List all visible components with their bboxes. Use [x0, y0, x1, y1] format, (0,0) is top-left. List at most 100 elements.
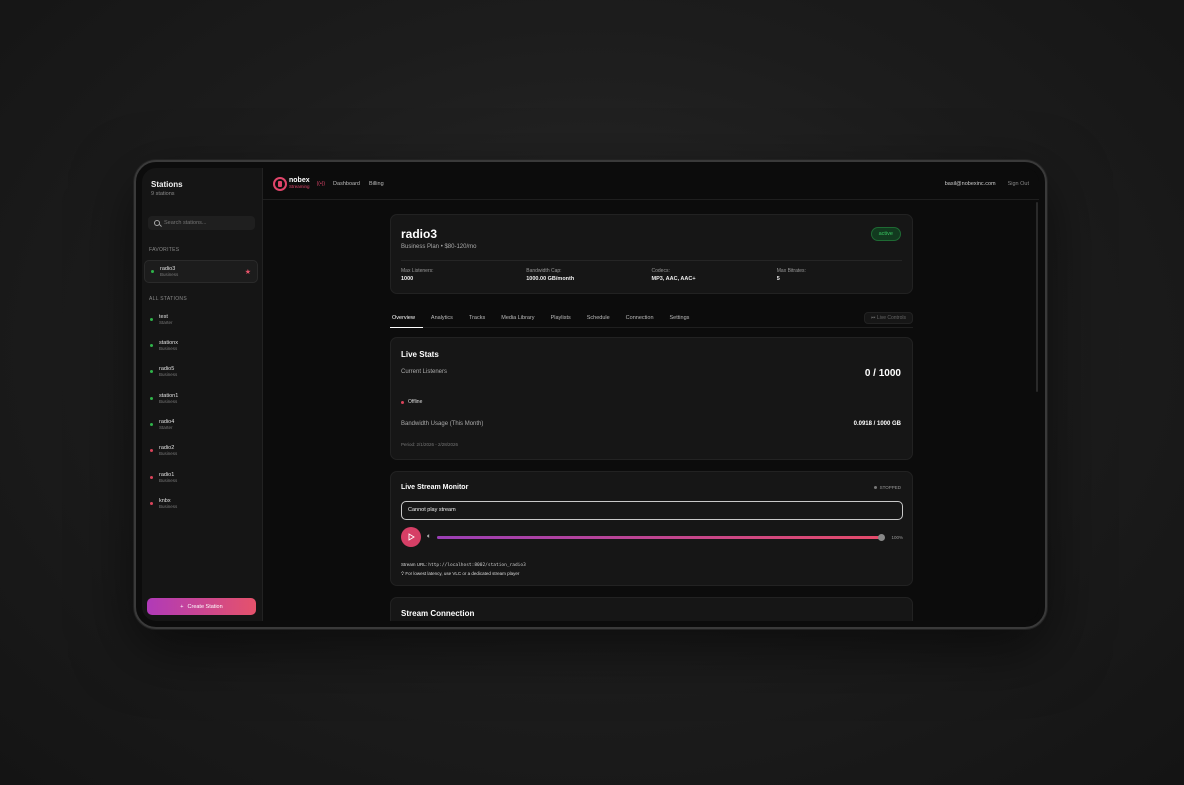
- station-content: radio3 Business Plan • $80-120/mo active…: [390, 214, 913, 621]
- sidebar-item-radio1[interactable]: radio1 Business: [144, 466, 258, 489]
- station-plan: Business: [160, 272, 179, 278]
- volume-slider[interactable]: [437, 533, 885, 541]
- scrollbar[interactable]: [1036, 202, 1038, 392]
- stream-state: Offline: [401, 399, 422, 405]
- station-plan: Business: [159, 451, 178, 457]
- station-name: radio2: [159, 444, 175, 451]
- sign-out-link[interactable]: Sign Out: [1008, 181, 1029, 187]
- sidebar: Stations 9 stations FAVORITES radio3 Bus…: [142, 168, 263, 621]
- tab-connection[interactable]: Connection: [618, 308, 662, 328]
- monitor-status: STOPPED: [873, 485, 901, 490]
- user-email: basil@nobexinc.com: [944, 180, 996, 187]
- spec-value: 1000.00 GB/month: [526, 276, 575, 282]
- create-station-button[interactable]: + Create Station: [147, 598, 256, 615]
- nav-dashboard[interactable]: Dashboard: [333, 181, 360, 187]
- sidebar-item-station1[interactable]: station1 Business: [144, 387, 258, 410]
- live-stats-title: Live Stats: [401, 350, 439, 359]
- station-name: radio3: [160, 265, 176, 272]
- audio-player: 🔈︎ 100%: [401, 527, 903, 547]
- spec-codecs: Codecs: MP3, AAC, AAC+: [652, 268, 777, 282]
- live-stats-card: Live Stats Current Listeners 0 / 1000 Of…: [390, 337, 913, 460]
- volume-percent: 100%: [891, 534, 903, 540]
- stream-url[interactable]: http://localhost:8002/station_radio3: [428, 563, 526, 568]
- station-name: stationx: [159, 339, 178, 346]
- listeners-label: Current Listeners: [401, 369, 448, 375]
- nav-billing[interactable]: Billing: [369, 181, 384, 187]
- play-button[interactable]: [401, 527, 421, 547]
- search-icon: [154, 220, 160, 226]
- tab-analytics[interactable]: Analytics: [423, 308, 461, 328]
- connection-title: Stream Connection: [401, 609, 475, 618]
- tab-overview[interactable]: Overview: [390, 308, 423, 328]
- station-plan: Business: [159, 346, 178, 352]
- spec-label: Bandwidth Cap:: [526, 268, 562, 274]
- all-stations-heading: ALL STATIONS: [149, 296, 187, 302]
- favorites-heading: FAVORITES: [149, 247, 180, 253]
- station-name: knbx: [159, 497, 171, 504]
- status-dot: [150, 344, 153, 347]
- tab-playlists[interactable]: Playlists: [543, 308, 579, 328]
- station-header-card: radio3 Business Plan • $80-120/mo active…: [390, 214, 913, 294]
- status-dot: [150, 423, 153, 426]
- spec-label: Max Listeners:: [401, 268, 434, 274]
- listeners-value: 0 / 1000: [864, 368, 901, 379]
- tab-tracks[interactable]: Tracks: [461, 308, 493, 328]
- offline-dot: [401, 400, 404, 404]
- station-name: station1: [159, 392, 179, 399]
- logo-icon: [273, 176, 287, 191]
- station-plan: Starter: [159, 425, 173, 431]
- station-plan: Business: [159, 399, 178, 405]
- station-tabs: Overview Analytics Tracks Media Library …: [390, 308, 913, 328]
- sidebar-item-radio4[interactable]: radio4 Starter: [144, 413, 258, 436]
- stream-connection-card: Stream Connection: [390, 597, 913, 621]
- app-screen: Stations 9 stations FAVORITES radio3 Bus…: [142, 168, 1039, 621]
- star-icon[interactable]: ★: [245, 268, 251, 276]
- sidebar-item-radio3-favorite[interactable]: radio3 Business ★: [144, 260, 258, 283]
- sidebar-item-radio5[interactable]: radio5 Business: [144, 360, 258, 383]
- sidebar-item-radio2[interactable]: radio2 Business: [144, 439, 258, 462]
- station-name: radio1: [159, 471, 175, 478]
- tab-settings[interactable]: Settings: [662, 308, 698, 328]
- status-dot: [150, 370, 153, 373]
- stream-url-line: Stream URL: http://localhost:8002/statio…: [401, 562, 526, 568]
- station-name: radio5: [159, 365, 175, 372]
- brand-logo[interactable]: nobex Streaming ((•)): [273, 176, 325, 191]
- bandwidth-label: Bandwidth Usage (This Month): [401, 421, 484, 427]
- station-plan: Business: [159, 478, 178, 484]
- station-title: radio3: [401, 227, 438, 241]
- status-dot: [151, 270, 154, 273]
- main-area: nobex Streaming ((•)) Dashboard Billing …: [263, 168, 1039, 621]
- volume-knob[interactable]: [878, 533, 885, 541]
- spec-label: Max Bitrates:: [776, 268, 806, 274]
- create-station-label: Create Station: [187, 603, 223, 610]
- stream-error-message: Cannot play stream: [401, 501, 903, 520]
- sidebar-item-stationx[interactable]: stationx Business: [144, 334, 258, 357]
- station-plan: Starter: [159, 320, 173, 326]
- stream-monitor-card: Live Stream Monitor STOPPED Cannot play …: [390, 471, 913, 586]
- player-tip: 💡︎ For lowest latency, use VLC or a dedi…: [401, 571, 519, 576]
- play-icon: [408, 533, 415, 541]
- volume-icon[interactable]: 🔈︎: [427, 533, 431, 541]
- monitor-title: Live Stream Monitor: [401, 484, 469, 491]
- live-controls-label: Live Controls: [876, 314, 906, 321]
- spec-value: 1000: [401, 276, 414, 282]
- sidebar-title: Stations: [151, 180, 183, 189]
- station-plan-line: Business Plan • $80-120/mo: [401, 244, 477, 250]
- tab-schedule[interactable]: Schedule: [579, 308, 618, 328]
- live-controls-button[interactable]: ⏮ Live Controls: [863, 311, 913, 324]
- user-area: basil@nobexinc.com Sign Out: [945, 181, 1029, 187]
- search-input[interactable]: [164, 220, 249, 226]
- status-dot: [150, 397, 153, 400]
- search-box[interactable]: [148, 216, 255, 230]
- status-dot: [150, 318, 153, 321]
- stream-url-label: Stream URL:: [401, 562, 428, 567]
- sidebar-item-knbx[interactable]: knbx Business: [144, 492, 258, 515]
- stream-state-label: Offline: [408, 399, 423, 405]
- station-plan: Business: [159, 504, 178, 510]
- tab-media-library[interactable]: Media Library: [493, 308, 542, 328]
- divider: [401, 260, 902, 261]
- station-specs: Max Listeners: 1000 Bandwidth Cap: 1000.…: [401, 268, 902, 282]
- player-tip-text: For lowest latency, use VLC or a dedicat…: [405, 571, 520, 576]
- spec-label: Codecs:: [651, 268, 670, 274]
- sidebar-item-test[interactable]: test Starter: [144, 308, 258, 331]
